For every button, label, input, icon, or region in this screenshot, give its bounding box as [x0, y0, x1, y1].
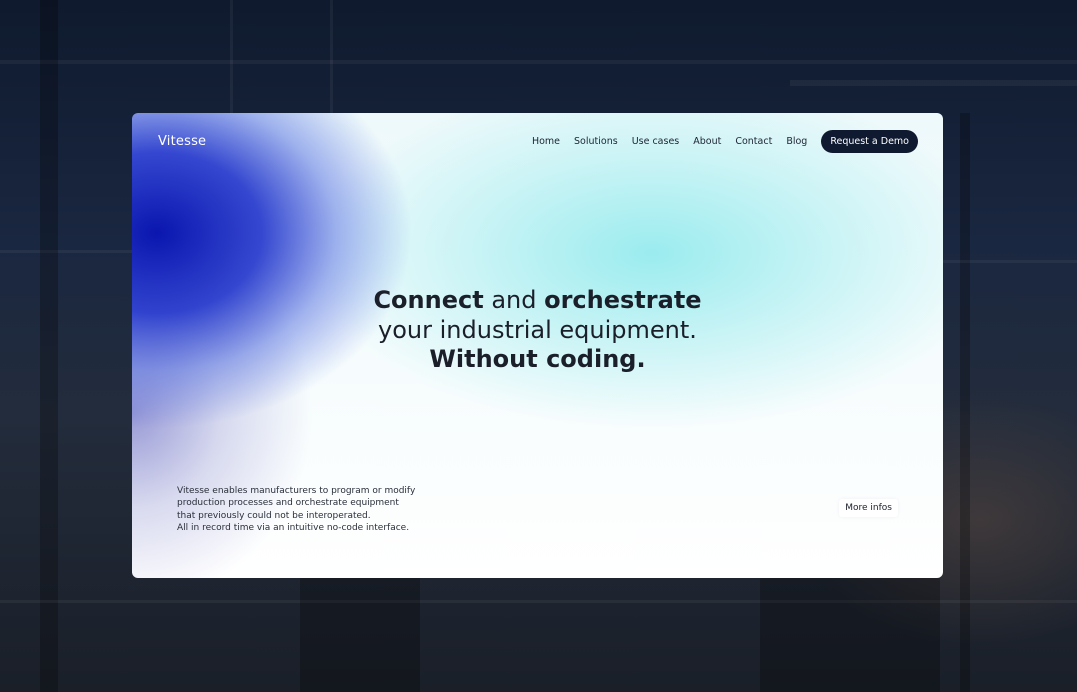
- brand-logo[interactable]: Vitesse: [158, 134, 206, 149]
- hero-card: Vitesse Home Solutions Use cases About C…: [132, 113, 943, 578]
- navbar: Vitesse Home Solutions Use cases About C…: [158, 129, 918, 154]
- nav-link-about[interactable]: About: [693, 136, 721, 147]
- nav-link-contact[interactable]: Contact: [735, 136, 772, 147]
- request-demo-button[interactable]: Request a Demo: [821, 130, 918, 153]
- nav-links: Home Solutions Use cases About Contact B…: [518, 130, 918, 153]
- hero-line-1: Connect and orchestrate: [132, 286, 943, 316]
- hero-connect: Connect: [373, 286, 484, 314]
- hero-line-2: your industrial equipment.: [378, 315, 697, 344]
- description-line: that previously could not be interoperat…: [177, 510, 371, 521]
- hero-description: Vitesse enables manufacturers to program…: [177, 485, 415, 534]
- nav-link-solutions[interactable]: Solutions: [574, 136, 618, 147]
- hero-and: and: [483, 286, 545, 314]
- description-line: production processes and orchestrate equ…: [177, 498, 399, 509]
- hero-line-3: Without coding.: [429, 345, 646, 373]
- more-infos-button[interactable]: More infos: [839, 499, 898, 517]
- hero-orchestrate: orchestrate: [544, 286, 702, 314]
- nav-link-blog[interactable]: Blog: [786, 136, 807, 147]
- description-line: All in record time via an intuitive no-c…: [177, 522, 410, 533]
- description-line: Vitesse enables manufacturers to program…: [177, 486, 416, 496]
- nav-link-home[interactable]: Home: [532, 136, 560, 147]
- hero-headline: Connect and orchestrate your industrial …: [132, 286, 943, 375]
- nav-link-use-cases[interactable]: Use cases: [632, 136, 680, 147]
